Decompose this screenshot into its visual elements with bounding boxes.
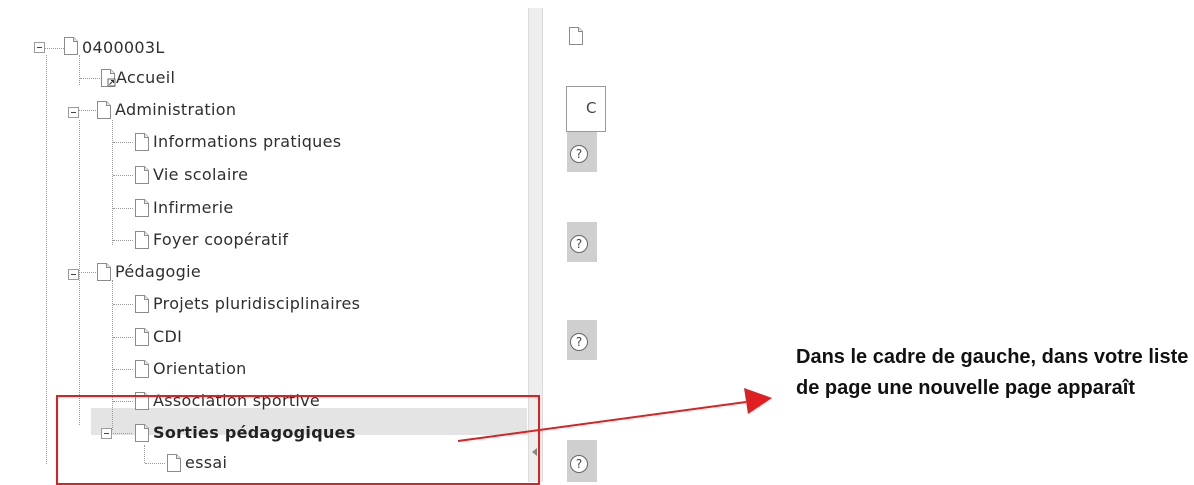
annotation-arrow bbox=[457, 388, 772, 442]
annotation-text: Dans le cadre de gauche, dans votre list… bbox=[796, 346, 1189, 399]
